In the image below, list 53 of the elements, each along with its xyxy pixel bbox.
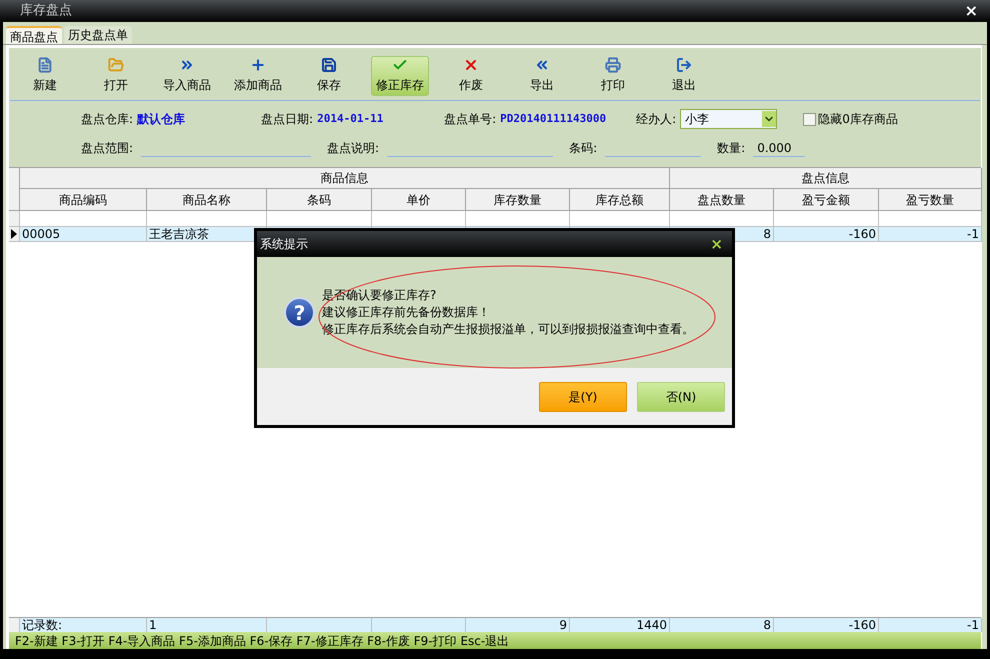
field-label: 条码:: [569, 140, 598, 157]
table-cell: -160: [774, 227, 879, 242]
toolbar-button[interactable]: 退出: [655, 56, 713, 96]
column-header[interactable]: 盘点数量: [670, 189, 774, 211]
field-label: 盘点仓库:: [81, 111, 134, 128]
field-label: 盘点说明:: [327, 140, 380, 157]
folder-icon: [108, 57, 124, 73]
column-header[interactable]: 商品名称: [147, 189, 267, 211]
row-header: [9, 618, 20, 632]
column-header[interactable]: 单价: [372, 189, 466, 211]
printer-icon: [605, 57, 621, 73]
field-label: 盘点日期:: [261, 111, 314, 128]
toolbar-button[interactable]: 修正库存: [371, 56, 429, 96]
field-label: 盘点单号:: [444, 111, 496, 128]
status-bar: F2-新建 F3-打开 F4-导入商品 F5-添加商品 F6-保存 F7-修正库存 F8-作废 F9-打印 Esc-退出: [9, 632, 981, 649]
tab[interactable]: 历史盘点单: [64, 26, 132, 44]
toolbar-button[interactable]: 导出: [513, 56, 571, 96]
window-title: 库存盘点: [20, 2, 72, 20]
toolbar-button[interactable]: 作废: [442, 56, 500, 96]
close-button[interactable]: ×: [964, 3, 978, 19]
toolbar-button[interactable]: 添加商品: [229, 56, 287, 96]
column-header[interactable]: 盈亏金额: [774, 189, 879, 211]
file-icon: [37, 57, 53, 73]
dialog-button[interactable]: 是(Y): [539, 382, 627, 412]
exit-icon: [676, 57, 692, 73]
field-label: 经办人:: [636, 111, 676, 128]
field-label: 盘点范围:: [81, 140, 134, 157]
warehouse-value: 默认仓库: [137, 111, 186, 128]
checkbox-label: 隐藏0库存商品: [818, 111, 898, 128]
column-header[interactable]: 库存总额: [570, 189, 670, 211]
tab[interactable]: 商品盘点: [6, 26, 62, 44]
checkbox[interactable]: [803, 112, 816, 126]
dialog-button[interactable]: 否(N): [637, 382, 725, 412]
cross-icon: [463, 57, 479, 73]
question-icon: ?: [284, 297, 315, 328]
quantity-field[interactable]: 0.000: [753, 139, 806, 157]
column-header[interactable]: 商品编码: [20, 189, 147, 211]
toolbar-button[interactable]: 保存: [300, 56, 358, 96]
table-cell: 00005: [20, 227, 147, 242]
dialog-message: 建议修正库存前先备份数据库！: [322, 304, 491, 321]
handler-dropdown[interactable]: 小李: [680, 109, 778, 129]
toolbar-button[interactable]: 导入商品: [158, 56, 216, 96]
column-header[interactable]: 盈亏数量: [879, 189, 982, 211]
table-cell: -1: [879, 227, 982, 242]
column-header[interactable]: 库存数量: [466, 189, 570, 211]
field-label: 数量:: [717, 140, 746, 157]
order-number-value: PD20140111143000: [500, 110, 608, 127]
column-header[interactable]: 条码: [267, 189, 372, 211]
date-value: 2014-01-11: [317, 110, 384, 127]
toolbar-button[interactable]: 打印: [584, 56, 642, 96]
toolbar-button[interactable]: 新建: [16, 56, 74, 96]
plus-icon: [250, 57, 266, 73]
toolbar-button[interactable]: 打开: [87, 56, 145, 96]
